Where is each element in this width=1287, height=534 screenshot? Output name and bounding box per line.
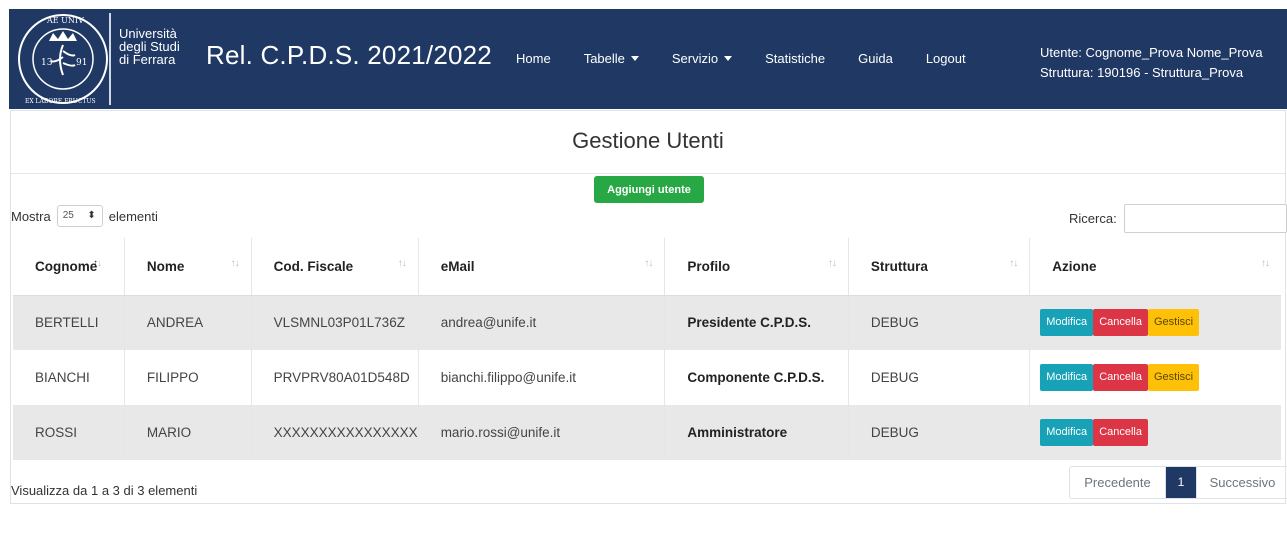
sort-icon: ↑↓	[644, 258, 653, 269]
app-title[interactable]: Rel. C.P.D.S. 2021/2022	[206, 40, 492, 71]
sort-icon: ↑↓	[397, 258, 407, 269]
university-name: Università degli Studi di Ferrara	[119, 27, 180, 66]
gestisci-button[interactable]: Gestisci	[1148, 364, 1200, 391]
cancella-button[interactable]: Cancella	[1093, 364, 1148, 391]
university-seal-icon[interactable]: 13 91 AE UNIV EX LABORE FRUCTUS	[17, 11, 109, 107]
cell-struttura: DEBUG	[847, 295, 1030, 350]
col-nome[interactable]: Nome ↑↓	[123, 238, 252, 296]
nav-guida[interactable]: Guida	[858, 51, 893, 66]
users-card: Gestione Utenti Aggiungi utente Mostra 2…	[10, 110, 1287, 504]
top-navbar: 13 91 AE UNIV EX LABORE FRUCTUS Universi…	[9, 9, 1287, 109]
user-info: Utente: Cognome_Prova Nome_Prova Struttu…	[1040, 43, 1263, 83]
pagination-previous[interactable]: Precedente	[1070, 467, 1166, 498]
main-nav: Home Tabelle Servizio Statistiche Guida …	[516, 51, 966, 66]
col-cognome[interactable]: Cognome ↑↓	[13, 238, 125, 296]
pagination: Precedente 1 Successivo	[1069, 466, 1287, 499]
page-length-select[interactable]: 25	[56, 205, 103, 227]
cell-azione: Modifica Cancella	[1029, 405, 1281, 460]
current-structure: Struttura: 190196 - Struttura_Prova	[1040, 65, 1244, 80]
cell-nome: MARIO	[123, 405, 252, 460]
cell-struttura: DEBUG	[847, 350, 1030, 405]
cell-profilo: Componente C.P.D.S.	[664, 350, 849, 405]
users-table: Cognome ↑↓ Nome ↑↓ Cod. Fiscale ↑↓ eMail ↑↓ …	[13, 238, 1281, 460]
modifica-button[interactable]: Modifica	[1040, 364, 1094, 391]
sort-icon: ↑↓	[1009, 258, 1018, 269]
sort-asc-icon: ↑↓	[93, 258, 102, 269]
modifica-button[interactable]: Modifica	[1040, 419, 1094, 446]
cell-email: bianchi.filippo@unife.it	[417, 350, 665, 405]
cell-cod-fiscale: PRVPRV80A01D548D	[250, 350, 419, 405]
nav-servizio-dropdown[interactable]: Servizio	[672, 51, 732, 66]
cell-profilo: Presidente C.P.D.S.	[664, 295, 849, 350]
cell-azione: Modifica Cancella Gestisci	[1029, 295, 1281, 350]
search-input[interactable]	[1124, 204, 1287, 233]
header-divider	[109, 13, 111, 105]
nav-statistiche[interactable]: Statistiche	[765, 51, 825, 66]
cell-cognome: BERTELLI	[13, 295, 125, 350]
gestisci-button[interactable]: Gestisci	[1148, 309, 1200, 337]
pagination-page-1[interactable]: 1	[1166, 467, 1196, 498]
svg-text:13: 13	[41, 58, 53, 68]
page-title: Gestione Utenti	[11, 111, 1285, 174]
length-prefix-label: Mostra	[11, 208, 51, 224]
cell-struttura: DEBUG	[847, 405, 1030, 460]
cancella-button[interactable]: Cancella	[1093, 419, 1148, 446]
modifica-button[interactable]: Modifica	[1040, 309, 1094, 337]
table-info: Visualizza da 1 a 3 di 3 elementi	[11, 483, 198, 498]
cell-nome: FILIPPO	[123, 350, 252, 405]
add-user-button[interactable]: Aggiungi utente	[594, 176, 704, 203]
cell-profilo: Amministratore	[664, 405, 849, 460]
cell-cod-fiscale: VLSMNL03P01L736Z	[250, 295, 419, 350]
col-email[interactable]: eMail ↑↓	[417, 238, 665, 296]
cancella-button[interactable]: Cancella	[1093, 309, 1148, 337]
table-header-row: Cognome ↑↓ Nome ↑↓ Cod. Fiscale ↑↓ eMail ↑↓ …	[13, 238, 1281, 296]
svg-text:EX LABORE FRUCTUS: EX LABORE FRUCTUS	[25, 98, 96, 105]
cell-cod-fiscale: XXXXXXXXXXXXXXXX	[250, 405, 419, 460]
table-row: BERTELLI ANDREA VLSMNL03P01L736Z andrea@…	[13, 295, 1281, 350]
cell-nome: ANDREA	[123, 295, 252, 350]
cell-cognome: ROSSI	[13, 405, 125, 460]
col-struttura[interactable]: Struttura ↑↓	[847, 238, 1030, 296]
search-label: Ricerca:	[1069, 211, 1117, 226]
col-cod-fiscale[interactable]: Cod. Fiscale ↑↓	[250, 238, 419, 296]
svg-text:AE UNIV: AE UNIV	[46, 16, 84, 25]
university-name-line: di Ferrara	[119, 52, 176, 67]
sort-icon: ↑↓	[1261, 258, 1270, 269]
length-suffix-label: elementi	[108, 208, 158, 224]
svg-text:91: 91	[76, 58, 87, 68]
col-profilo[interactable]: Profilo ↑↓	[664, 238, 849, 296]
sort-icon: ↑↓	[827, 258, 837, 269]
table-row: BIANCHI FILIPPO PRVPRV80A01D548D bianchi…	[13, 350, 1281, 405]
cell-cognome: BIANCHI	[13, 350, 125, 405]
nav-home[interactable]: Home	[516, 51, 551, 66]
cell-email: mario.rossi@unife.it	[417, 405, 665, 460]
current-user: Utente: Cognome_Prova Nome_Prova	[1040, 45, 1263, 60]
pagination-next[interactable]: Successivo	[1196, 467, 1287, 498]
cell-azione: Modifica Cancella Gestisci	[1029, 350, 1281, 405]
sort-icon: ↑↓	[230, 258, 240, 269]
cell-email: andrea@unife.it	[417, 295, 665, 350]
nav-logout[interactable]: Logout	[926, 51, 966, 66]
nav-tabelle-dropdown[interactable]: Tabelle	[584, 51, 639, 66]
col-azione[interactable]: Azione ↑↓	[1029, 238, 1281, 296]
page-length-control: Mostra 25 elementi	[11, 205, 158, 227]
table-row: ROSSI MARIO XXXXXXXXXXXXXXXX mario.rossi…	[13, 405, 1281, 460]
